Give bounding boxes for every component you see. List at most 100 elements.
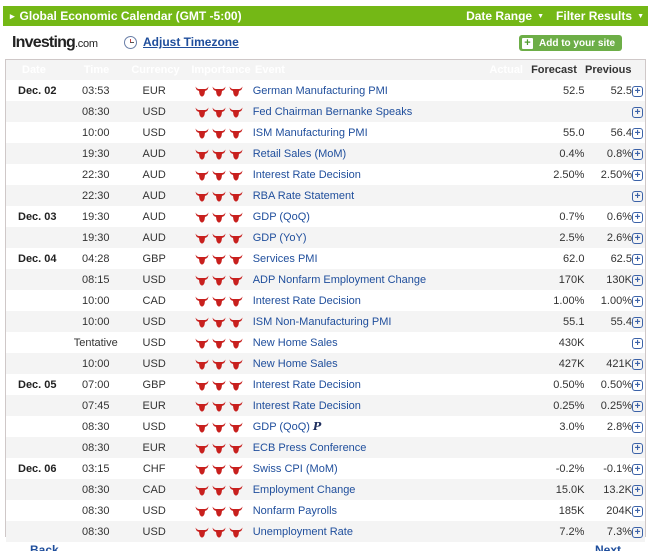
row-previous: 0.50% [600, 378, 632, 391]
expand-plus-icon[interactable]: + [631, 337, 643, 349]
event-link[interactable]: ECB Press Conference [253, 442, 367, 454]
filter-results-menu[interactable]: Filter Results ▼ [556, 9, 644, 23]
investing-logo[interactable]: Investing.com [12, 34, 98, 52]
add-to-site-button[interactable]: + Add to your site [519, 35, 622, 51]
expand-plus-icon[interactable]: + [631, 148, 643, 160]
row-importance [185, 358, 252, 370]
row-date: Dec. 06 [18, 462, 57, 475]
row-event[interactable]: ECB Press Conference [253, 442, 471, 454]
row-event[interactable]: ADP Nonfarm Employment Change [253, 274, 471, 286]
back-link[interactable]: Back [30, 543, 59, 551]
expand-plus-icon[interactable]: + [631, 190, 643, 202]
expand-plus-icon[interactable]: + [631, 442, 643, 454]
row-event[interactable]: Interest Rate Decision [253, 169, 471, 181]
event-link[interactable]: GDP (YoY) [253, 232, 307, 244]
expand-plus-icon[interactable]: + [631, 295, 643, 307]
event-link[interactable]: Services PMI [253, 253, 318, 265]
row-expand: + [631, 442, 645, 454]
row-event[interactable]: New Home Sales [253, 337, 471, 349]
row-event[interactable]: Services PMI [253, 253, 471, 265]
row-previous: 7.3% [606, 525, 632, 538]
next-link[interactable]: Next [595, 543, 621, 551]
row-event[interactable]: Swiss CPI (MoM) [253, 463, 471, 475]
table-row: 22:30 AUD RBA Rate Statement + [6, 185, 645, 206]
row-expand: + [631, 190, 645, 202]
event-link[interactable]: New Home Sales [253, 358, 338, 370]
row-event[interactable]: Interest Rate Decision [253, 379, 471, 391]
bull-icon [212, 338, 226, 348]
row-forecast: 0.50% [553, 378, 585, 391]
row-event[interactable]: Nonfarm Payrolls [253, 505, 471, 517]
expand-plus-icon[interactable]: + [631, 232, 643, 244]
expand-plus-icon[interactable]: + [631, 169, 643, 181]
expand-plus-icon[interactable]: + [631, 316, 643, 328]
expand-plus-icon[interactable]: + [631, 505, 643, 517]
row-event[interactable]: Unemployment Rate [253, 526, 471, 538]
expand-plus-icon[interactable]: + [631, 253, 643, 265]
row-event[interactable]: Employment Change [253, 484, 471, 496]
row-importance [185, 442, 252, 454]
row-importance [185, 316, 252, 328]
expand-plus-icon[interactable]: + [631, 379, 643, 391]
expand-plus-icon[interactable]: + [631, 421, 643, 433]
event-link[interactable]: RBA Rate Statement [253, 190, 355, 202]
expand-plus-icon[interactable]: + [631, 463, 643, 475]
event-link[interactable]: German Manufacturing PMI [253, 85, 388, 97]
event-link[interactable]: ADP Nonfarm Employment Change [253, 274, 426, 286]
event-link[interactable]: Interest Rate Decision [253, 295, 361, 307]
event-link[interactable]: Swiss CPI (MoM) [253, 463, 338, 475]
event-link[interactable]: Interest Rate Decision [253, 169, 361, 181]
event-link[interactable]: New Home Sales [253, 337, 338, 349]
expand-plus-icon[interactable]: + [631, 85, 643, 97]
bull-icon [229, 191, 243, 201]
event-link[interactable]: Employment Change [253, 484, 356, 496]
row-event[interactable]: ISM Manufacturing PMI [253, 127, 471, 139]
event-link[interactable]: Fed Chairman Bernanke Speaks [253, 106, 413, 118]
expand-plus-icon[interactable]: + [631, 358, 643, 370]
row-event[interactable]: Interest Rate Decision [253, 295, 471, 307]
row-event[interactable]: Fed Chairman Bernanke Speaks [253, 106, 471, 118]
bull-icon [212, 485, 226, 495]
row-previous: 62.5 [610, 252, 632, 265]
event-link[interactable]: GDP (QoQ) [253, 211, 310, 223]
expand-plus-icon[interactable]: + [631, 211, 643, 223]
row-event[interactable]: Interest Rate Decision [253, 400, 471, 412]
row-event[interactable]: GDP (YoY) [253, 232, 471, 244]
event-link[interactable]: Nonfarm Payrolls [253, 505, 337, 517]
bull-icon [195, 170, 209, 180]
event-link[interactable]: Interest Rate Decision [253, 400, 361, 412]
row-expand: + [631, 337, 645, 349]
bull-icon [212, 107, 226, 117]
row-event[interactable]: ISM Non-Manufacturing PMI [253, 316, 471, 328]
row-event[interactable]: New Home Sales [253, 358, 471, 370]
expand-plus-icon[interactable]: + [631, 484, 643, 496]
header-event: Event [255, 64, 285, 76]
pagination: Back Next [0, 543, 654, 551]
bull-icon [195, 506, 209, 516]
row-forecast: 427K [558, 357, 585, 370]
event-link[interactable]: GDP (QoQ) [253, 421, 310, 433]
row-event[interactable]: German Manufacturing PMI [253, 85, 471, 97]
expand-plus-icon[interactable]: + [631, 127, 643, 139]
expand-plus-icon[interactable]: + [631, 106, 643, 118]
bull-icon [195, 191, 209, 201]
event-link[interactable]: ISM Manufacturing PMI [253, 127, 368, 139]
expand-plus-icon[interactable]: + [631, 526, 643, 538]
expand-plus-icon[interactable]: + [631, 400, 643, 412]
row-currency: AUD [142, 189, 166, 202]
row-event[interactable]: GDP (QoQ) P [253, 420, 471, 433]
row-event[interactable]: Retail Sales (MoM) [253, 148, 471, 160]
row-event[interactable]: GDP (QoQ) [253, 211, 471, 223]
event-link[interactable]: Retail Sales (MoM) [253, 148, 347, 160]
row-event[interactable]: RBA Rate Statement [253, 190, 471, 202]
adjust-timezone-link[interactable]: Adjust Timezone [143, 35, 239, 49]
date-range-menu[interactable]: Date Range ▼ [466, 9, 544, 23]
row-expand: + [631, 148, 645, 160]
event-link[interactable]: ISM Non-Manufacturing PMI [253, 316, 392, 328]
row-time: 08:15 [81, 273, 110, 286]
event-link[interactable]: Unemployment Rate [253, 526, 353, 538]
bull-icon [229, 296, 243, 306]
expand-plus-icon[interactable]: + [631, 274, 643, 286]
row-time: 03:15 [81, 462, 110, 475]
event-link[interactable]: Interest Rate Decision [253, 379, 361, 391]
